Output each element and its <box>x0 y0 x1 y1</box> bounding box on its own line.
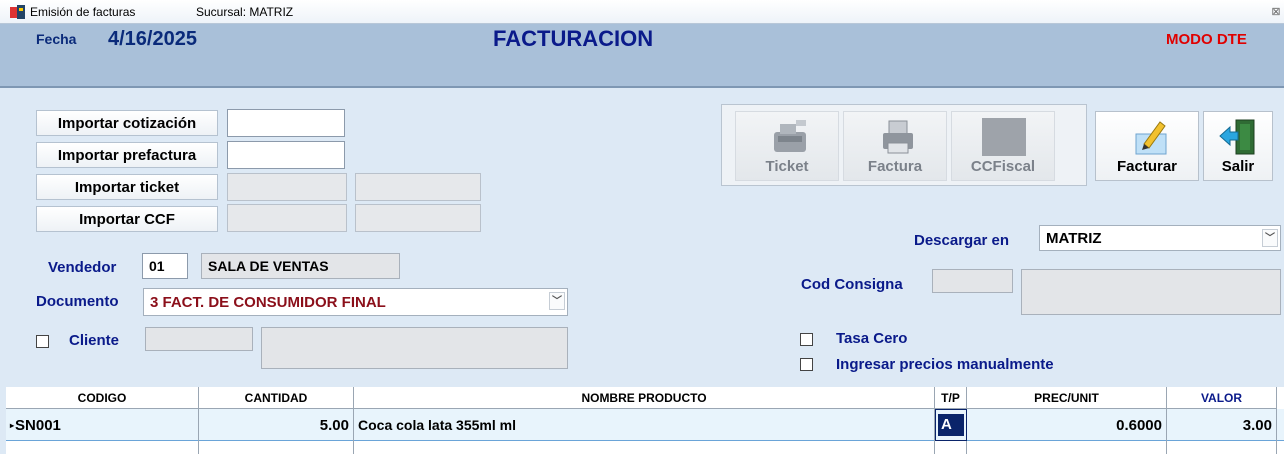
cell-unit-price[interactable]: 0.6000 <box>967 409 1167 441</box>
consignment-code-field[interactable] <box>932 269 1013 293</box>
blank-document-icon <box>982 118 1026 156</box>
chevron-down-icon[interactable]: ﹀ <box>1262 229 1278 247</box>
document-label: Documento <box>36 293 119 310</box>
row-indicator-cell[interactable]: ▸ SN001 <box>6 409 199 441</box>
document-select[interactable]: 3 FACT. DE CONSUMIDOR FINAL ﹀ <box>143 288 568 316</box>
cell-value[interactable]: 3.00 <box>1167 409 1277 441</box>
row-pointer-icon: ▸ <box>10 420 15 430</box>
empty-cell <box>935 441 967 454</box>
col-header-code[interactable]: CODIGO <box>6 387 199 409</box>
client-name-field <box>261 327 568 369</box>
seller-label: Vendedor <box>48 259 117 276</box>
chevron-down-icon[interactable]: ﹀ <box>549 292 565 310</box>
cell-tp[interactable]: A <box>935 409 967 441</box>
table-row-empty[interactable] <box>6 441 1284 454</box>
warehouse-select[interactable]: MATRIZ ﹀ <box>1039 225 1281 251</box>
import-preinvoice-button[interactable]: Importar prefactura <box>36 142 218 168</box>
empty-cell <box>1167 441 1277 454</box>
app-icon <box>10 5 25 19</box>
invoice-lines-grid: CODIGO CANTIDAD NOMBRE PRODUCTO T/P PREC… <box>6 387 1284 454</box>
printer-icon <box>883 120 913 154</box>
cash-register-icon <box>774 120 806 152</box>
import-quote-button[interactable]: Importar cotización <box>36 110 218 136</box>
client-label: Cliente <box>69 332 120 349</box>
consignment-name-field <box>1021 269 1281 315</box>
cell-quantity[interactable]: 5.00 <box>199 409 354 441</box>
col-header-unit-price[interactable]: PREC/UNIT <box>967 387 1167 409</box>
branch-label: Sucursal: MATRIZ <box>196 5 294 19</box>
empty-cell <box>6 441 199 454</box>
client-checkbox[interactable] <box>36 335 49 348</box>
date-value: 4/16/2025 <box>108 28 197 50</box>
invoice-submit-button-label: Facturar <box>1116 158 1178 175</box>
manual-prices-label: Ingresar precios manualmente <box>836 356 1054 373</box>
cell-tp-value: A <box>938 414 964 436</box>
window-title: Emisión de facturas <box>30 5 136 19</box>
table-row[interactable]: ▸ SN001 5.00 Coca cola lata 355ml ml A 0… <box>6 409 1284 441</box>
ticket-button[interactable]: Ticket <box>735 111 839 181</box>
exit-button-label: Salir <box>1221 158 1255 175</box>
client-code-field[interactable] <box>145 327 253 351</box>
pencil-sign-icon <box>1135 121 1167 155</box>
col-header-tp[interactable]: T/P <box>935 387 967 409</box>
ccfiscal-button-label: CCFiscal <box>970 158 1036 175</box>
cell-code: SN001 <box>15 416 61 434</box>
seller-name-field: SALA DE VENTAS <box>201 253 400 279</box>
warehouse-select-value: MATRIZ <box>1046 229 1102 247</box>
invoice-print-button[interactable]: Factura <box>843 111 947 181</box>
ticket-button-label: Ticket <box>765 158 809 175</box>
import-ccf-field-2[interactable] <box>355 204 481 232</box>
exit-door-icon <box>1219 119 1255 155</box>
empty-cell <box>199 441 354 454</box>
import-ticket-field-2[interactable] <box>355 173 481 201</box>
empty-cell <box>354 441 935 454</box>
close-button[interactable]: ⊠ <box>1268 2 1284 22</box>
invoice-print-button-label: Factura <box>867 158 923 175</box>
date-label: Fecha <box>36 31 77 47</box>
import-ticket-button[interactable]: Importar ticket <box>36 174 218 200</box>
invoice-submit-button[interactable]: Facturar <box>1095 111 1199 181</box>
import-ticket-field-1[interactable] <box>227 173 347 201</box>
title-bar: Emisión de facturas Sucursal: MATRIZ ⊠ <box>0 0 1284 24</box>
import-preinvoice-field[interactable] <box>227 141 345 169</box>
col-header-product-name[interactable]: NOMBRE PRODUCTO <box>354 387 935 409</box>
unload-at-label: Descargar en <box>914 232 1010 249</box>
document-select-value: 3 FACT. DE CONSUMIDOR FINAL <box>150 293 386 311</box>
invoice-window: Emisión de facturas Sucursal: MATRIZ ⊠ F… <box>0 0 1284 454</box>
consignment-code-label: Cod Consigna <box>801 276 903 293</box>
import-ccf-button[interactable]: Importar CCF <box>36 206 218 232</box>
import-quote-field[interactable] <box>227 109 345 137</box>
page-title: FACTURACION <box>493 26 654 51</box>
exit-button[interactable]: Salir <box>1203 111 1273 181</box>
empty-cell <box>967 441 1167 454</box>
import-ccf-field-1[interactable] <box>227 204 347 232</box>
seller-code-input[interactable]: 01 <box>142 253 188 279</box>
mode-badge: MODO DTE <box>1166 31 1247 48</box>
col-header-value[interactable]: VALOR <box>1167 387 1277 409</box>
action-toolbar: Ticket Factura CCFiscal Facturar Salir <box>721 104 1281 186</box>
ccfiscal-button[interactable]: CCFiscal <box>951 111 1055 181</box>
manual-prices-checkbox[interactable] <box>800 358 813 371</box>
col-header-quantity[interactable]: CANTIDAD <box>199 387 354 409</box>
zero-rate-checkbox[interactable] <box>800 333 813 346</box>
cell-product-name[interactable]: Coca cola lata 355ml ml <box>354 409 935 441</box>
zero-rate-label: Tasa Cero <box>836 330 908 347</box>
